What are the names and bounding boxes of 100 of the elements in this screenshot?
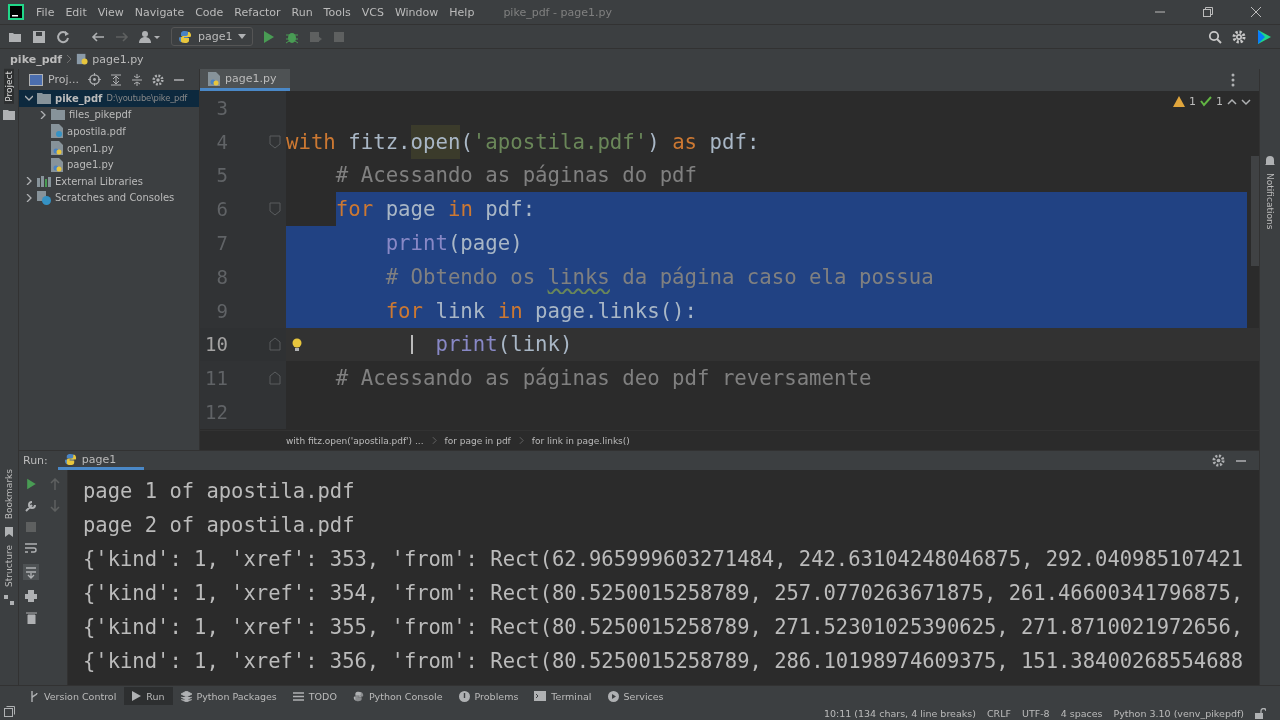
code-token: with	[286, 128, 336, 156]
fold-marker-icon[interactable]	[269, 134, 281, 149]
menu-item[interactable]: Code	[195, 5, 224, 19]
menu-item[interactable]: Tools	[323, 5, 351, 19]
code-token: links	[547, 263, 610, 291]
print-icon[interactable]	[25, 590, 37, 602]
bookmark-icon[interactable]	[5, 527, 13, 538]
python-file-icon	[76, 53, 89, 65]
run-icon[interactable]	[263, 29, 276, 44]
tree-item[interactable]: page1.py	[19, 156, 199, 173]
menu-item[interactable]: Help	[449, 5, 475, 19]
console-output-line: page 1 of apostila.pdf	[83, 478, 355, 505]
menu-item[interactable]: Window	[394, 5, 439, 19]
code-breadcrumb[interactable]: with fitz.open('apostila.pdf') ...	[286, 435, 424, 446]
line-number: 10	[204, 333, 228, 356]
python-icon	[63, 452, 77, 466]
code-breadcrumb[interactable]: for page in pdf	[444, 435, 511, 446]
tree-item[interactable]: Scratches and Consoles	[19, 189, 199, 207]
branch-icon	[30, 690, 39, 702]
structure-stripe-tab[interactable]: Structure	[4, 543, 14, 589]
back-arrow-icon[interactable]	[91, 29, 105, 44]
fold-marker-icon[interactable]	[269, 202, 281, 217]
warning-icon[interactable]	[1173, 96, 1185, 107]
tool-window-button[interactable]: TODO	[284, 687, 345, 705]
status-item[interactable]: Python 3.10 (venv_pikepdf)	[1113, 707, 1244, 719]
checkmark-icon[interactable]	[1200, 96, 1212, 107]
tool-window-button[interactable]: Run	[124, 687, 173, 705]
notifications-stripe-tab[interactable]: Notifications	[1265, 171, 1275, 232]
bookmarks-stripe-tab[interactable]: Bookmarks	[4, 466, 14, 522]
status-item[interactable]: CRLF	[986, 707, 1011, 719]
python-file-icon	[51, 157, 63, 172]
restore-icon[interactable]	[1202, 6, 1214, 18]
project-stripe-tab[interactable]: Project	[4, 69, 14, 104]
menu-item[interactable]: Run	[291, 5, 313, 19]
run-icon[interactable]	[25, 478, 37, 490]
menu-item[interactable]: Refactor	[234, 5, 281, 19]
search-icon[interactable]	[1208, 29, 1222, 44]
wrench-icon[interactable]	[25, 500, 37, 512]
code-token: )	[647, 128, 661, 156]
menu-item[interactable]: VCS	[361, 5, 384, 19]
tool-window-button[interactable]: Version Control	[22, 687, 125, 705]
plugin-logo-icon[interactable]	[1256, 28, 1272, 45]
status-item[interactable]: UTF-8	[1021, 707, 1050, 719]
save-icon[interactable]	[32, 29, 46, 44]
scrollbar-thumb[interactable]	[1251, 156, 1259, 266]
console-output-line: {'kind': 1, 'xref': 354, 'from': Rect(80.5250015258789, 257.0770263671875, 261.46600341796875,	[83, 580, 1244, 607]
wrap-lines-icon[interactable]	[25, 542, 37, 554]
structure-icon[interactable]	[4, 595, 14, 605]
locate-icon[interactable]	[88, 73, 101, 86]
fold-marker-icon[interactable]	[269, 337, 281, 352]
more-options-icon[interactable]	[1231, 73, 1235, 87]
tree-item[interactable]: open1.py	[19, 139, 199, 157]
menu-item[interactable]: Navigate	[134, 5, 185, 19]
lightbulb-icon[interactable]	[292, 337, 302, 352]
chevron-icon	[431, 437, 437, 444]
menu-item[interactable]: Edit	[65, 5, 87, 19]
expand-all-icon[interactable]	[110, 73, 122, 86]
tool-window-button[interactable]: Terminal	[526, 687, 600, 705]
settings-icon[interactable]	[1212, 454, 1225, 467]
tree-item[interactable]: files_pikepdf	[19, 106, 199, 124]
panel-title[interactable]: Proj...	[48, 73, 79, 86]
sync-icon[interactable]	[56, 29, 70, 44]
tree-item[interactable]: apostila.pdf	[19, 123, 199, 140]
menu-item[interactable]: View	[97, 5, 124, 19]
menu-item[interactable]: File	[36, 5, 55, 19]
settings-icon[interactable]	[1232, 29, 1246, 44]
code-token: (	[460, 128, 473, 156]
play-icon	[132, 691, 142, 701]
code-token: in	[447, 196, 473, 224]
tool-window-button[interactable]: Python Packages	[172, 687, 285, 705]
lock-icon[interactable]	[1255, 707, 1266, 719]
breadcrumb-item[interactable]: page1.py	[92, 52, 144, 66]
services-icon	[607, 690, 619, 702]
tree-item[interactable]: pike_pdf D:\youtube\pike_pdf	[19, 90, 199, 107]
run-config-dropdown[interactable]: page1	[171, 27, 254, 46]
collapse-all-icon[interactable]	[131, 73, 143, 86]
code-token: # Obtendo os	[385, 263, 537, 291]
layers-icon	[180, 690, 192, 702]
code-token: fitz.	[347, 128, 411, 156]
tool-window-button[interactable]: Problems	[450, 687, 527, 705]
tool-window-button[interactable]: Services	[599, 687, 672, 705]
close-icon[interactable]	[1250, 6, 1262, 18]
code-breadcrumb[interactable]: for link in page.links()	[531, 435, 630, 446]
tool-window-button[interactable]: Python Console	[344, 687, 451, 705]
settings-icon[interactable]	[152, 73, 164, 86]
user-icon[interactable]	[139, 29, 161, 44]
layout-toggle-icon[interactable]	[4, 706, 15, 717]
breadcrumb-item[interactable]: pike_pdf	[10, 52, 63, 66]
fold-marker-icon[interactable]	[269, 371, 281, 386]
bell-icon[interactable]	[1264, 155, 1276, 167]
folder-icon[interactable]	[3, 109, 15, 120]
trash-icon[interactable]	[25, 612, 37, 624]
project-panel-icon	[29, 73, 43, 86]
library-icon	[37, 175, 51, 187]
status-item[interactable]: 4 spaces	[1060, 707, 1103, 719]
scroll-to-end-icon[interactable]	[23, 564, 39, 580]
code-token: link	[434, 297, 487, 325]
status-item[interactable]: 10:11 (134 chars, 4 line breaks)	[823, 707, 976, 719]
editor-tab[interactable]: page1.py	[200, 69, 291, 91]
tree-item[interactable]: External Libraries	[19, 172, 199, 190]
